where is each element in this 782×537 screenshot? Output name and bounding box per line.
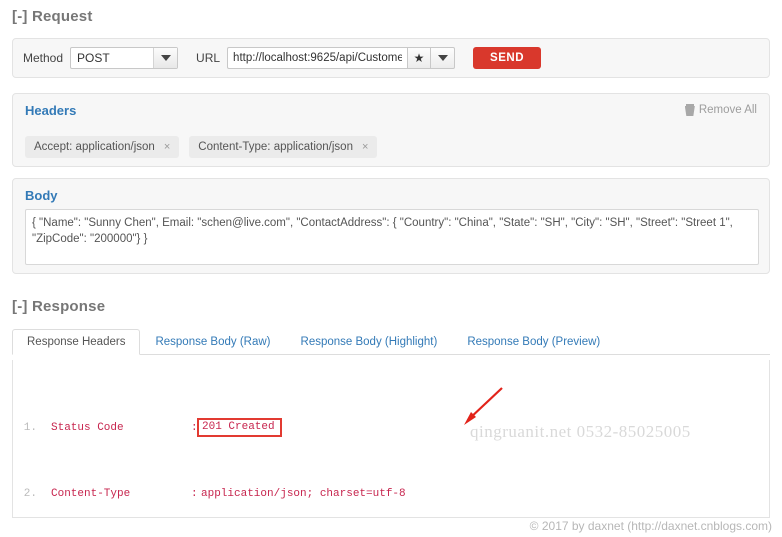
copyright-text: © 2017 by daxnet (http://daxnet.cnblogs.… xyxy=(530,519,772,533)
header-tag-accept[interactable]: Accept: application/json × xyxy=(25,136,179,158)
tab-response-headers[interactable]: Response Headers xyxy=(12,329,140,355)
body-panel: Body xyxy=(12,178,770,274)
url-label: URL xyxy=(196,51,220,65)
watermark-text: qingruanit.net 0532-85025005 xyxy=(470,422,691,442)
tab-response-body-highlight[interactable]: Response Body (Highlight) xyxy=(286,329,453,355)
header-value: application/json; charset=utf-8 xyxy=(201,486,406,503)
close-icon[interactable]: × xyxy=(362,141,368,153)
header-tag-list: Accept: application/json × Content-Type:… xyxy=(25,136,757,158)
headers-title: Headers xyxy=(25,103,757,118)
method-label: Method xyxy=(23,51,63,65)
status-code-highlight: 201 Created xyxy=(197,418,282,437)
header-key: Content-Type xyxy=(51,486,191,503)
request-bar-panel: Method POST URL ★ SEND xyxy=(12,38,770,78)
header-colon: : xyxy=(191,486,201,503)
request-section-toggle[interactable]: [-] Request xyxy=(12,8,93,25)
tab-response-body-raw[interactable]: Response Body (Raw) xyxy=(140,329,285,355)
apiworks-http-client-page: [-] Request Method POST URL ★ SEND Heade… xyxy=(0,0,782,537)
chevron-down-icon xyxy=(438,55,448,61)
line-number: 1. xyxy=(23,420,51,437)
send-button[interactable]: SEND xyxy=(473,47,541,69)
line-number: 2. xyxy=(23,486,51,503)
response-headers-table: 1. Status Code : 201 Created 2. Content-… xyxy=(23,370,770,518)
response-tabs: Response Headers Response Body (Raw) Res… xyxy=(12,328,770,355)
url-favorites-dropdown-button[interactable] xyxy=(431,47,455,69)
close-icon[interactable]: × xyxy=(164,141,170,153)
header-key: Status Code xyxy=(51,420,191,437)
url-input[interactable] xyxy=(227,47,407,69)
header-tag-content-type[interactable]: Content-Type: application/json × xyxy=(189,136,377,158)
request-body-textarea[interactable] xyxy=(25,209,759,265)
header-tag-label: Content-Type: application/json xyxy=(198,141,353,153)
remove-all-headers-button[interactable]: Remove All xyxy=(685,104,757,116)
method-select[interactable]: POST xyxy=(70,47,178,69)
remove-all-label: Remove All xyxy=(699,104,757,116)
table-row: 2. Content-Type : application/json; char… xyxy=(23,486,770,503)
headers-panel: Headers Remove All Accept: application/j… xyxy=(12,93,770,167)
header-tag-label: Accept: application/json xyxy=(34,141,155,153)
body-title: Body xyxy=(25,188,757,203)
response-section-toggle[interactable]: [-] Response xyxy=(12,298,105,315)
method-selected-value: POST xyxy=(71,51,110,65)
tab-response-body-preview[interactable]: Response Body (Preview) xyxy=(452,329,615,355)
trash-icon xyxy=(685,104,695,116)
star-icon[interactable]: ★ xyxy=(407,47,431,69)
chevron-down-icon[interactable] xyxy=(153,48,177,68)
